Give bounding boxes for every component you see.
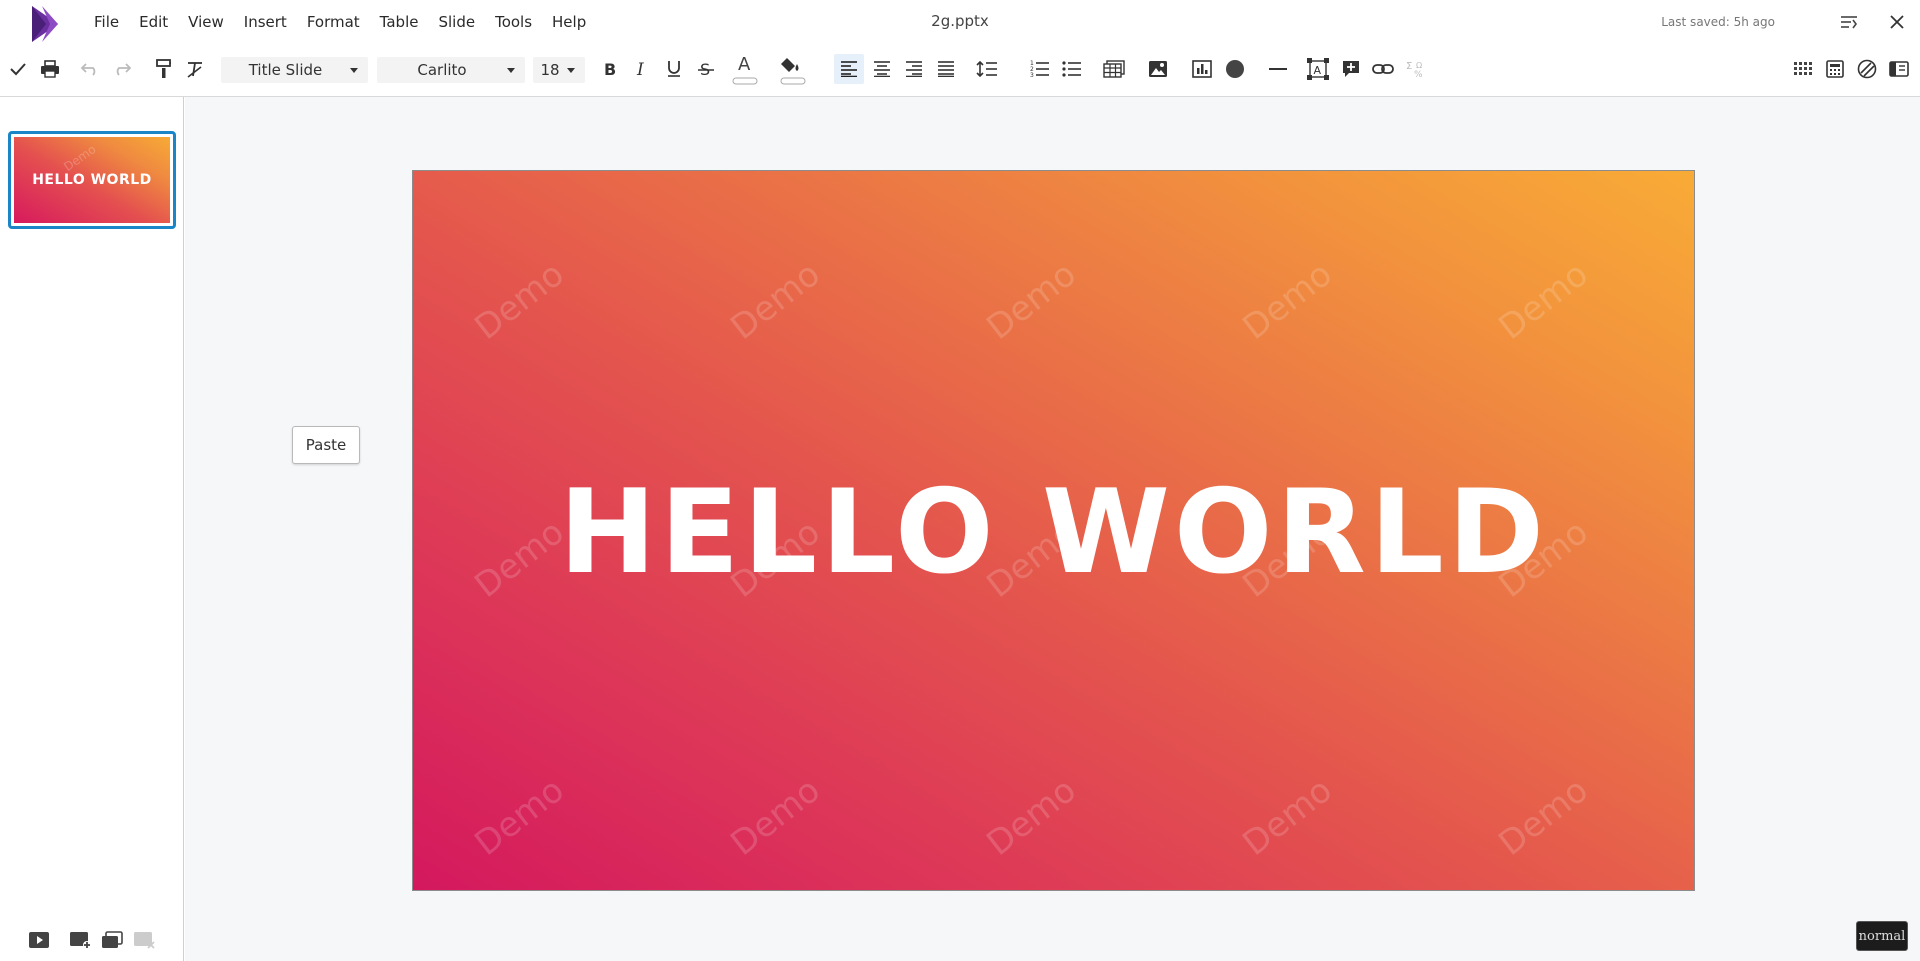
svg-text:Ω: Ω — [1416, 61, 1422, 70]
svg-text:A: A — [738, 54, 751, 75]
bold-icon[interactable]: B — [598, 56, 622, 82]
main-menu: File Edit View Insert Format Table Slide… — [84, 0, 596, 44]
clear-format-icon[interactable] — [183, 56, 207, 82]
menu-bar: File Edit View Insert Format Table Slide… — [0, 0, 1920, 44]
menu-view[interactable]: View — [178, 0, 234, 44]
grid-icon[interactable] — [1790, 56, 1816, 82]
bullet-list-icon[interactable] — [1059, 56, 1085, 82]
slide-thumbnail-preview: Demo HELLO WORLD — [14, 137, 170, 223]
svg-text:3: 3 — [1030, 72, 1034, 78]
font-select-value: Carlito — [417, 61, 467, 79]
slide-title-box[interactable]: HELLO WORLD — [413, 171, 1694, 890]
strikethrough-icon[interactable]: S — [694, 56, 718, 82]
menu-file[interactable]: File — [84, 0, 129, 44]
menu-table[interactable]: Table — [370, 0, 429, 44]
svg-text:B: B — [604, 61, 616, 77]
toolbar: Title Slide Carlito 18 B I S A 1 2 3 A Σ… — [0, 48, 1920, 120]
undo-icon[interactable] — [78, 56, 102, 82]
align-right-icon[interactable] — [901, 56, 927, 82]
menu-collapse-icon[interactable] — [1838, 11, 1860, 33]
duplicate-slide-icon[interactable] — [101, 927, 123, 953]
new-slide-icon[interactable] — [69, 927, 91, 953]
line-icon[interactable] — [1265, 56, 1291, 82]
font-select[interactable]: Carlito — [377, 57, 525, 83]
menu-edit[interactable]: Edit — [129, 0, 178, 44]
document-title[interactable]: 2g.pptx — [931, 12, 989, 30]
layout-select[interactable]: Title Slide — [221, 57, 368, 83]
sidebar-icon[interactable] — [1886, 56, 1912, 82]
chart-icon[interactable] — [1189, 56, 1215, 82]
check-icon[interactable] — [6, 56, 30, 82]
font-color-icon[interactable]: A — [730, 52, 760, 86]
present-icon[interactable] — [28, 927, 50, 953]
menu-slide[interactable]: Slide — [428, 0, 485, 44]
menu-help[interactable]: Help — [542, 0, 596, 44]
svg-text:I: I — [636, 61, 644, 77]
align-center-icon[interactable] — [869, 56, 895, 82]
last-saved-status: Last saved: 5h ago — [1661, 15, 1775, 29]
comment-icon[interactable] — [1338, 56, 1364, 82]
svg-text:Σ: Σ — [1406, 61, 1412, 72]
close-icon[interactable] — [1886, 11, 1908, 33]
svg-text:S: S — [700, 61, 710, 77]
shape-icon[interactable] — [1222, 56, 1248, 82]
font-size-select[interactable]: 18 — [533, 57, 585, 83]
font-size-value: 18 — [540, 61, 560, 79]
thumbnail-watermark: Demo — [61, 142, 99, 174]
slide-canvas[interactable]: Demo Demo Demo Demo Demo Demo Demo Demo … — [185, 97, 1920, 961]
special-char-icon[interactable]: Σ% Ω — [1402, 56, 1428, 82]
svg-text:%: % — [1414, 70, 1423, 79]
menu-tools[interactable]: Tools — [485, 0, 542, 44]
app-logo-icon[interactable] — [28, 2, 68, 46]
line-spacing-icon[interactable] — [974, 56, 1000, 82]
table-icon[interactable] — [1101, 56, 1127, 82]
delete-slide-icon[interactable] — [133, 927, 155, 953]
menu-insert[interactable]: Insert — [234, 0, 297, 44]
italic-icon[interactable]: I — [630, 56, 654, 82]
textbox-icon[interactable]: A — [1305, 56, 1331, 82]
numbered-list-icon[interactable]: 123 — [1027, 56, 1053, 82]
redo-icon[interactable] — [110, 56, 134, 82]
print-icon[interactable] — [38, 56, 62, 82]
underline-icon[interactable] — [662, 56, 686, 82]
slide-1[interactable]: Demo Demo Demo Demo Demo Demo Demo Demo … — [412, 170, 1695, 891]
align-justify-icon[interactable] — [933, 56, 959, 82]
thumbnail-title: HELLO WORLD — [32, 172, 152, 188]
calculator-icon[interactable] — [1822, 56, 1848, 82]
paste-button[interactable]: Paste — [292, 426, 360, 464]
link-icon[interactable] — [1370, 56, 1396, 82]
objects-icon[interactable] — [1854, 56, 1880, 82]
layout-select-value: Title Slide — [248, 61, 323, 79]
slide-sorter-panel: Demo HELLO WORLD — [0, 97, 184, 961]
format-painter-icon[interactable] — [152, 56, 176, 82]
slide-thumbnail-1[interactable]: Demo HELLO WORLD — [8, 131, 176, 229]
image-icon[interactable] — [1145, 56, 1171, 82]
slide-title: HELLO WORLD — [558, 465, 1549, 600]
svg-text:A: A — [1314, 64, 1322, 77]
menu-format[interactable]: Format — [297, 0, 370, 44]
highlight-color-icon[interactable] — [778, 52, 808, 86]
edit-mode-badge: normal — [1856, 921, 1908, 951]
align-left-icon[interactable] — [834, 54, 864, 84]
